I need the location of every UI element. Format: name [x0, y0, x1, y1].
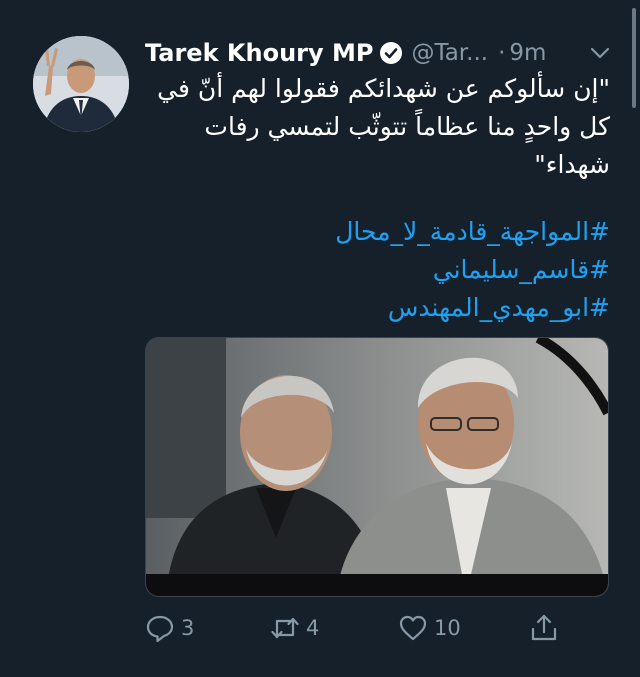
- reply-button[interactable]: 3: [145, 608, 194, 648]
- media-photo: [146, 338, 608, 596]
- tweet-text-line: "إن سألوكم عن شهدائكم فقولوا لهم أنّ في: [157, 74, 610, 103]
- tweet-timestamp[interactable]: 9m: [509, 40, 546, 66]
- tweet-header: Tarek Khoury MP @Tar... · 9m: [145, 36, 615, 70]
- reply-icon: [146, 615, 174, 643]
- hashtag-link[interactable]: #المواجهة_قادمة_لا_محال: [145, 213, 610, 251]
- tweet-text-line: كل واحدٍ منا عظاماً تتوثّب لتمسي رفات: [204, 112, 610, 141]
- tweet-text: "إن سألوكم عن شهدائكم فقولوا لهم أنّ في …: [145, 70, 610, 184]
- separator-dot: ·: [498, 40, 506, 66]
- tweet-text-line: شهداء": [534, 150, 610, 179]
- share-button[interactable]: [529, 608, 559, 648]
- share-icon: [531, 614, 557, 641]
- tweet-media-image[interactable]: [145, 337, 609, 597]
- chevron-down-icon[interactable]: [589, 42, 611, 64]
- hashtag-link[interactable]: #ابو_مهدي_المهندس: [145, 289, 610, 327]
- avatar[interactable]: [33, 36, 129, 132]
- verified-badge-icon: [379, 41, 403, 65]
- like-count: 10: [434, 616, 461, 640]
- retweet-button[interactable]: 4: [270, 608, 319, 648]
- author-name[interactable]: Tarek Khoury MP: [145, 39, 373, 67]
- scrollbar[interactable]: [632, 8, 636, 108]
- avatar-photo: [33, 36, 129, 132]
- reply-count: 3: [181, 616, 195, 640]
- retweet-icon: [271, 617, 299, 639]
- tweet-actions: 3 4 10: [145, 608, 605, 648]
- hashtag-link[interactable]: #قاسم_سليماني: [145, 251, 610, 289]
- retweet-count: 4: [306, 616, 320, 640]
- like-button[interactable]: 10: [398, 608, 461, 648]
- heart-icon: [399, 615, 427, 641]
- hashtag-list: #المواجهة_قادمة_لا_محال #قاسم_سليماني #ا…: [145, 213, 610, 327]
- author-handle[interactable]: @Tar...: [411, 40, 488, 66]
